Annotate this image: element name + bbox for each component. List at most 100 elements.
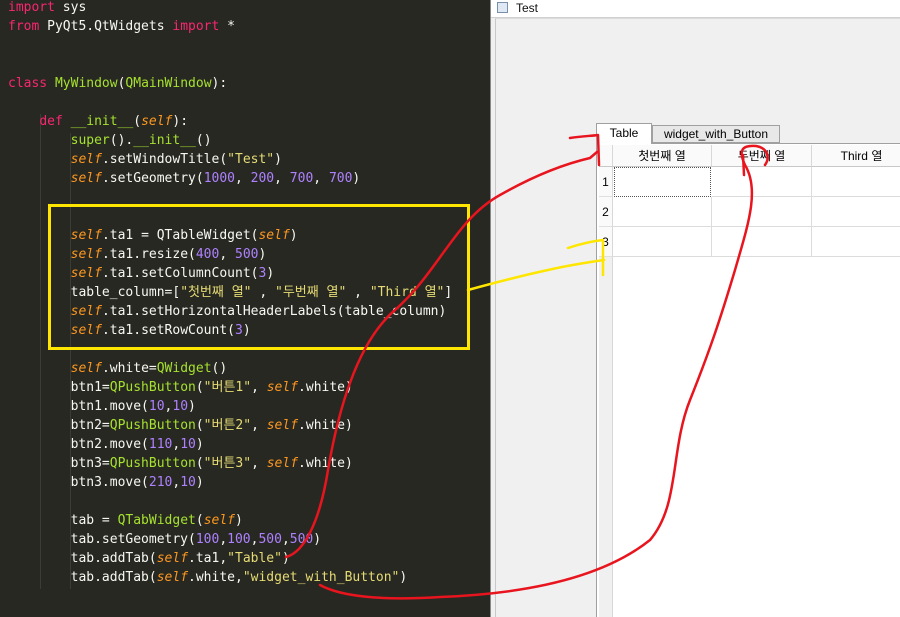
code-token: from [8, 19, 40, 34]
code-token: 700 [328, 171, 353, 186]
row-header-area [599, 257, 613, 617]
code-token: 1000 [203, 171, 235, 186]
code-line-text: tab = QTabWidget(self) [8, 511, 243, 530]
code-line[interactable]: tab = QTabWidget(self) [0, 511, 490, 530]
code-line[interactable]: class MyWindow(QMainWindow): [0, 74, 490, 93]
code-token: self [156, 551, 189, 566]
code-token: tab.addTab( [8, 570, 157, 585]
code-token: btn3= [8, 456, 110, 471]
code-token: super [70, 133, 110, 148]
code-token: QPushButton [109, 456, 196, 471]
code-token: self [70, 361, 102, 376]
code-token: .white) [298, 456, 353, 471]
code-token: ( [195, 380, 204, 395]
row-header-3[interactable]: 3 [599, 227, 613, 257]
code-token: ) [235, 513, 243, 528]
code-token: 700 [289, 171, 314, 186]
code-token: __init__ [133, 133, 196, 148]
table-cell[interactable] [613, 197, 712, 227]
code-token: () [211, 361, 228, 376]
code-token: "Test" [227, 152, 275, 167]
code-line-text: btn3=QPushButton("버튼3", self.white) [8, 454, 353, 473]
column-header-3[interactable]: Third 열 [812, 145, 900, 167]
code-line-text: btn3.move(210,10) [8, 473, 204, 492]
table-cell[interactable] [712, 227, 812, 257]
table-cell[interactable] [613, 227, 712, 257]
code-line[interactable]: btn2=QPushButton("버튼2", self.white) [0, 416, 490, 435]
code-token: self [266, 418, 299, 433]
table-widget[interactable]: 첫번째 열 두번째 열 Third 열 1 2 3 [599, 145, 900, 617]
code-line[interactable] [0, 93, 490, 112]
code-token: ( [195, 456, 204, 471]
code-line-text: self.setWindowTitle("Test") [8, 150, 282, 169]
code-token: self [266, 380, 299, 395]
code-line[interactable]: tab.addTab(self.ta1,"Table") [0, 549, 490, 568]
code-token: ) [313, 532, 322, 547]
column-header-2[interactable]: 두번째 열 [712, 145, 812, 167]
code-line[interactable]: tab.setGeometry(100,100,500,500) [0, 530, 490, 549]
row-header-2[interactable]: 2 [599, 197, 613, 227]
code-token: QPushButton [109, 418, 196, 433]
code-token: , [251, 418, 267, 433]
code-token: () [195, 133, 212, 148]
code-token: QWidget [156, 361, 212, 376]
code-token: ) [281, 551, 290, 566]
code-line[interactable]: self.setWindowTitle("Test") [0, 150, 490, 169]
code-line[interactable]: tab.addTab(self.white,"widget_with_Butto… [0, 568, 490, 587]
table-cell[interactable] [712, 197, 812, 227]
table-corner[interactable] [599, 145, 613, 167]
code-line[interactable]: import sys [0, 0, 490, 17]
window-titlebar[interactable]: Test [491, 0, 900, 18]
tab-table[interactable]: Table [596, 123, 652, 144]
code-token: , [274, 171, 290, 186]
code-token: 100 [195, 532, 220, 547]
code-token: self [266, 456, 299, 471]
code-token: QTabWidget [117, 513, 196, 528]
column-header-1[interactable]: 첫번째 열 [613, 145, 712, 167]
table-cell[interactable] [712, 167, 812, 197]
code-line[interactable]: super().__init__() [0, 131, 490, 150]
tab-widget-with-button[interactable]: widget_with_Button [652, 125, 780, 143]
table-cell[interactable] [812, 227, 900, 257]
code-line-text: tab.addTab(self.ta1,"Table") [8, 549, 290, 568]
code-token: , [251, 380, 267, 395]
table-cell[interactable] [812, 197, 900, 227]
code-token: , [235, 171, 251, 186]
code-token: sys [54, 0, 87, 15]
code-token: 500 [258, 532, 282, 547]
code-line-text: self.setGeometry(1000, 200, 700, 700) [8, 169, 361, 188]
code-line-text: btn2.move(110,10) [8, 435, 204, 454]
code-line[interactable]: btn3=QPushButton("버튼3", self.white) [0, 454, 490, 473]
code-token: PyQt5.QtWidgets [39, 19, 173, 34]
code-token: ) [195, 475, 204, 490]
table-cell[interactable] [812, 167, 900, 197]
table-cell[interactable] [614, 167, 711, 197]
code-token: import [172, 19, 220, 34]
code-line[interactable] [0, 36, 490, 55]
code-line[interactable] [0, 492, 490, 511]
row-header-1[interactable]: 1 [599, 167, 613, 197]
window-icon [497, 2, 508, 13]
code-line[interactable] [0, 55, 490, 74]
code-editor[interactable]: import sys from PyQt5.QtWidgets import * c… [0, 0, 490, 617]
code-token: MyWindow [54, 76, 118, 91]
code-token: "버튼3" [203, 456, 252, 471]
code-line-text: tab.addTab(self.white,"widget_with_Butto… [8, 568, 408, 587]
code-line[interactable]: from PyQt5.QtWidgets import * [0, 17, 490, 36]
code-token: btn1= [8, 380, 110, 395]
code-line-text: from PyQt5.QtWidgets import * [8, 17, 235, 36]
code-line[interactable]: self.setGeometry(1000, 200, 700, 700) [0, 169, 490, 188]
code-line[interactable]: def __init__(self): [0, 112, 490, 131]
code-line[interactable]: self.white=QWidget() [0, 359, 490, 378]
code-token: btn1.move( [8, 399, 149, 414]
code-line-text: btn1=QPushButton("버튼1", self.white) [8, 378, 353, 397]
code-line[interactable]: btn2.move(110,10) [0, 435, 490, 454]
code-line[interactable]: btn1.move(10,10) [0, 397, 490, 416]
code-token: .ta1, [188, 551, 228, 566]
code-line[interactable]: btn1=QPushButton("버튼1", self.white) [0, 378, 490, 397]
code-line[interactable]: btn3.move(210,10) [0, 473, 490, 492]
code-token: .white) [298, 418, 353, 433]
